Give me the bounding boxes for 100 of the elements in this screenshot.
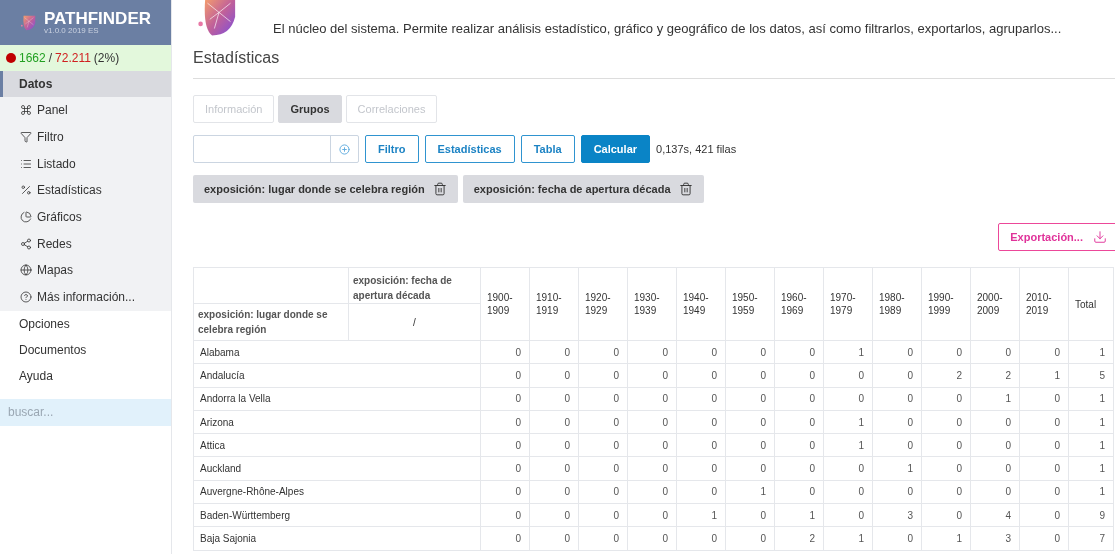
nav-item[interactable]: Filtro: [0, 123, 171, 151]
table-cell: 0: [921, 480, 971, 504]
column-header: 1930- 1939: [627, 267, 677, 341]
table-cell: 1: [1068, 480, 1114, 504]
table-cell: 0: [676, 480, 726, 504]
status-count: 1662: [19, 50, 46, 67]
nav-item-icon: [20, 291, 32, 304]
table-cell: 0: [1019, 526, 1069, 551]
table-cell: 0: [480, 457, 530, 481]
table-cell: 0: [970, 410, 1020, 434]
nav-section[interactable]: Opciones: [0, 310, 171, 337]
column-header: Total: [1068, 267, 1114, 341]
table-cell: 0: [872, 387, 922, 411]
nav-item[interactable]: Estadísticas: [0, 177, 171, 204]
app-name: PATHFINDER: [43, 10, 151, 27]
table-cell: 0: [872, 363, 922, 388]
nav-item[interactable]: Más información...: [0, 283, 171, 311]
column-header: 1980- 1989: [872, 267, 922, 341]
toolbar-button[interactable]: Filtro: [365, 135, 419, 163]
table-cell: 1: [725, 480, 775, 504]
nav-item[interactable]: Mapas: [0, 257, 171, 284]
table-cell: 0: [1019, 457, 1069, 481]
table-cell: 0: [529, 410, 579, 434]
nav-item[interactable]: Gráficos: [0, 203, 171, 231]
column-header: 1950- 1959: [725, 267, 775, 341]
table-cell: 1: [1068, 340, 1114, 364]
timing-text: 0,137s, 421 filas: [656, 141, 737, 157]
nav-item[interactable]: Panel: [0, 97, 171, 124]
delete-icon[interactable]: [678, 182, 693, 196]
table-cell: 1: [774, 503, 824, 527]
table-cell: 0: [725, 340, 775, 364]
nav-item-icon: [20, 104, 32, 117]
nav-item-icon: [20, 264, 32, 277]
table-cell: 0: [578, 433, 628, 457]
table-cell: 0: [529, 363, 579, 388]
row-label: Auckland: [193, 457, 481, 481]
table-cell: 0: [921, 433, 971, 457]
table-cell: 0: [529, 480, 579, 504]
group-input[interactable]: [193, 135, 359, 163]
table-cell: 0: [872, 340, 922, 364]
table-cell: 2: [921, 363, 971, 388]
search-field[interactable]: buscar...: [0, 398, 171, 426]
status-total: 72.211: [55, 50, 91, 67]
table-cell: 0: [627, 480, 677, 504]
table-cell: 0: [627, 457, 677, 481]
table-cell: 0: [725, 387, 775, 411]
table-cell: 0: [1019, 410, 1069, 434]
nav-item[interactable]: Listado: [0, 150, 171, 178]
table-cell: 0: [872, 480, 922, 504]
delete-icon[interactable]: [432, 182, 447, 196]
table-cell: 0: [872, 410, 922, 434]
row-label: Arizona: [193, 410, 481, 434]
table-cell: 0: [1019, 480, 1069, 504]
row-label: Baja Sajonia: [193, 526, 481, 551]
row-label: Attica: [193, 433, 481, 457]
toolbar-button[interactable]: Tabla: [520, 135, 575, 163]
row-group-header: exposición: lugar donde se celebra región: [193, 303, 349, 341]
table-cell: 1: [921, 526, 971, 551]
table-cell: 0: [529, 340, 579, 364]
download-icon: [1093, 230, 1107, 244]
table-cell: 0: [480, 340, 530, 364]
table-cell: 0: [627, 363, 677, 388]
toolbar-button[interactable]: Estadísticas: [424, 135, 515, 163]
app-version: v1.0.0 2019 ES: [43, 27, 100, 35]
table-cell: 0: [529, 503, 579, 527]
table-cell: 0: [676, 410, 726, 434]
table-cell: 0: [627, 526, 677, 551]
column-header: 1900- 1909: [480, 267, 530, 341]
column-group-header: exposición: fecha de apertura década: [348, 267, 481, 304]
table-cell: 1: [970, 387, 1020, 411]
table-cell: 2: [970, 363, 1020, 388]
table-cell: 0: [823, 480, 873, 504]
table-cell: 0: [578, 503, 628, 527]
table-cell: 0: [970, 340, 1020, 364]
status-dot-icon: [6, 53, 16, 63]
table-cell: 0: [676, 387, 726, 411]
table-cell: 0: [725, 410, 775, 434]
table-cell: 0: [970, 480, 1020, 504]
table-cell: 0: [823, 503, 873, 527]
table-cell: 0: [970, 433, 1020, 457]
nav-section[interactable]: Datos: [0, 71, 171, 97]
table-cell: 0: [774, 340, 824, 364]
row-label: Andorra la Vella: [193, 387, 481, 411]
nav-section[interactable]: Documentos: [0, 336, 171, 363]
group-label: exposición: lugar donde se celebra región: [204, 181, 425, 197]
table-cell: 0: [1019, 387, 1069, 411]
nav-section[interactable]: Ayuda: [0, 362, 171, 389]
export-button[interactable]: Exportación...: [998, 223, 1115, 251]
module-description: El núcleo del sistema. Permite realizar análisis estadístico, gráfico y geográfico de los datos, así como filtrarlos, exportarlos, agruparlos...: [273, 20, 1062, 38]
table-cell: 0: [480, 433, 530, 457]
toolbar-button[interactable]: Calcular: [580, 135, 651, 163]
table-cell: 1: [872, 457, 922, 481]
table-cell: 0: [823, 457, 873, 481]
table-cell: 0: [676, 340, 726, 364]
table-cell: 0: [774, 387, 824, 411]
nav-item[interactable]: Redes: [0, 230, 171, 258]
nav-item-icon: [20, 131, 32, 144]
tab[interactable]: Grupos: [278, 95, 342, 123]
table-cell: 1: [1068, 410, 1114, 434]
section-title: Estadísticas: [193, 46, 1115, 79]
